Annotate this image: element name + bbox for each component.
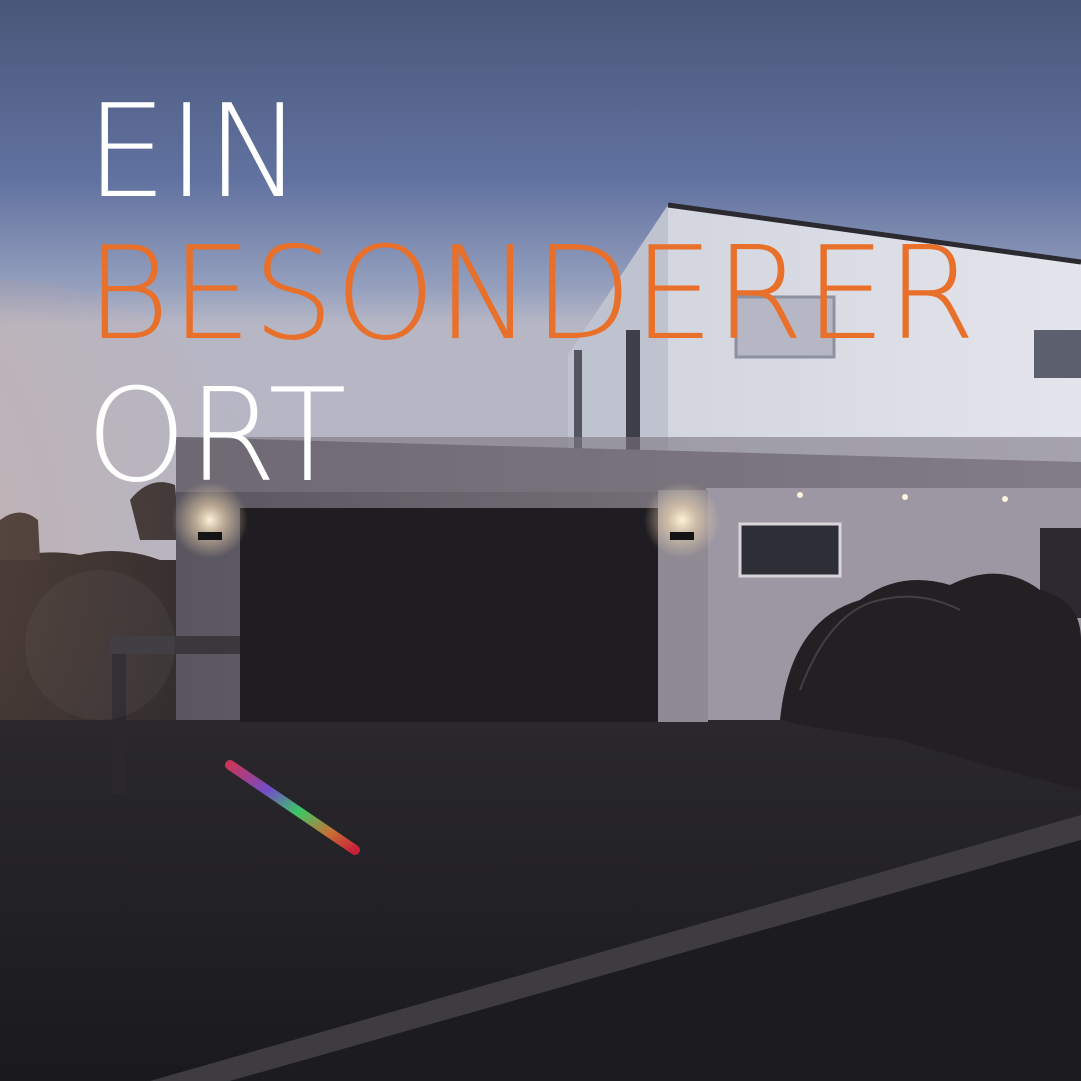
headline-line-besonderer: BESONDERER <box>86 220 977 369</box>
wall-lamp-right <box>670 532 694 540</box>
headline-line-ort: ORT <box>86 362 348 511</box>
lens-ghost <box>25 570 175 720</box>
lower-window <box>738 522 842 578</box>
wall-lamp-left <box>198 532 222 540</box>
upper-window-right <box>1034 330 1081 378</box>
photo-scene: EIN BESONDERER ORT <box>0 0 1081 1081</box>
headline-line-ein: EIN <box>86 78 304 227</box>
garage-door <box>240 508 658 722</box>
headline: EIN BESONDERER ORT <box>86 82 977 508</box>
downlight-3 <box>1002 496 1008 502</box>
